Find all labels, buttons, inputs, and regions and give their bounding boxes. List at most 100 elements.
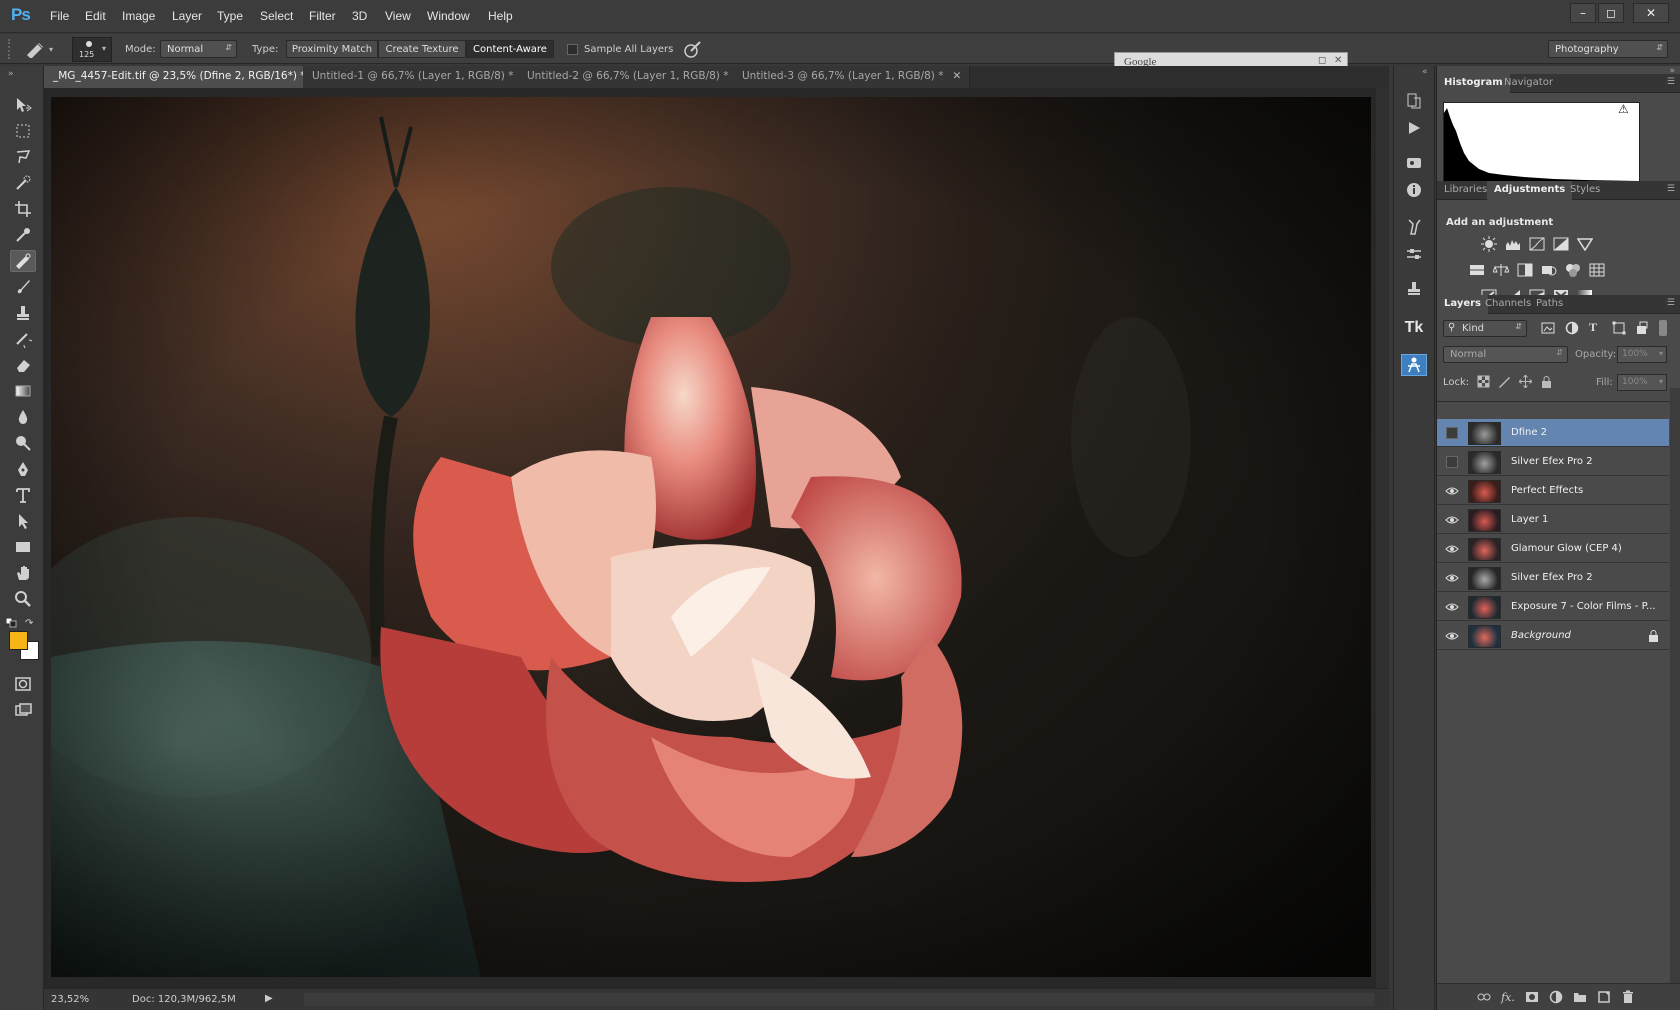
filter-type-icon[interactable]: T xyxy=(1589,320,1603,334)
type-tool[interactable] xyxy=(10,484,36,506)
eraser-tool[interactable] xyxy=(10,354,36,376)
tab-untitled-1[interactable]: Untitled-1 @ 66,7% (Layer 1, RGB/8) *✕ xyxy=(303,66,541,88)
blur-tool[interactable] xyxy=(10,406,36,428)
history-brush-tool[interactable] xyxy=(10,328,36,350)
maximize-button[interactable]: ◻ xyxy=(1598,3,1624,23)
close-icon[interactable]: ✕ xyxy=(952,70,961,82)
filter-toggle-switch[interactable] xyxy=(1659,320,1667,336)
tool-preset-picker[interactable]: ▾ xyxy=(24,39,64,59)
zoom-tool[interactable] xyxy=(10,588,36,610)
new-layer-icon[interactable] xyxy=(1597,990,1611,1004)
layer-row[interactable]: Glamour Glow (CEP 4) xyxy=(1437,535,1669,563)
minimize-button[interactable]: – xyxy=(1570,3,1596,23)
tab-untitled-3[interactable]: Untitled-3 @ 66,7% (Layer 1, RGB/8) * ✕ xyxy=(733,66,971,88)
plugin-panel-button[interactable] xyxy=(1401,354,1427,376)
menu-filter[interactable]: Filter xyxy=(309,9,336,23)
blend-mode-select[interactable]: Normal ⇵ xyxy=(1443,346,1568,363)
lock-all-icon[interactable] xyxy=(1540,375,1553,388)
spot-healing-tool[interactable] xyxy=(10,250,36,272)
color-balance-icon[interactable] xyxy=(1492,262,1510,278)
layer-name[interactable]: Silver Efex Pro 2 xyxy=(1511,456,1593,467)
options-grip[interactable] xyxy=(8,39,12,59)
trash-icon[interactable] xyxy=(1621,990,1635,1004)
tab-libraries[interactable]: Libraries xyxy=(1437,181,1494,200)
menu-help[interactable]: Help xyxy=(488,9,513,23)
expand-icon[interactable]: « xyxy=(1422,67,1428,77)
tab-navigator[interactable]: Navigator xyxy=(1497,74,1560,93)
layer-name[interactable]: Exposure 7 - Color Films - P... xyxy=(1511,601,1656,612)
quick-selection-tool[interactable] xyxy=(10,172,36,194)
layer-row[interactable]: Perfect Effects xyxy=(1437,477,1669,505)
content-aware-button[interactable]: Content-Aware xyxy=(466,40,554,58)
tab-adjustments[interactable]: Adjustments xyxy=(1487,181,1573,200)
sample-all-layers-checkbox[interactable] xyxy=(567,44,578,55)
menu-image[interactable]: Image xyxy=(122,9,155,23)
link-layers-icon[interactable] xyxy=(1477,990,1491,1004)
move-tool[interactable] xyxy=(10,94,36,116)
gradient-tool[interactable] xyxy=(10,380,36,402)
crop-tool[interactable] xyxy=(10,198,36,220)
horizontal-scrollbar[interactable] xyxy=(304,993,1374,1006)
opacity-input[interactable]: 100% ▾ xyxy=(1617,346,1667,363)
brightness-contrast-icon[interactable] xyxy=(1480,236,1498,252)
channel-mixer-icon[interactable] xyxy=(1564,262,1582,278)
create-texture-button[interactable]: Create Texture xyxy=(378,40,466,58)
black-white-icon[interactable] xyxy=(1516,262,1534,278)
rectangle-tool[interactable] xyxy=(10,536,36,558)
document-image-rose[interactable] xyxy=(51,97,1371,977)
restore-icon[interactable]: ◻ xyxy=(1318,55,1326,66)
layers-scrollbar[interactable] xyxy=(1670,388,1680,983)
brush-presets-button[interactable] xyxy=(1401,152,1427,174)
layer-name[interactable]: Dfine 2 xyxy=(1511,427,1547,438)
eyedropper-tool[interactable] xyxy=(10,224,36,246)
new-adjustment-layer-icon[interactable] xyxy=(1549,990,1563,1004)
brush-size-picker[interactable]: 125 ▾ xyxy=(72,37,112,62)
properties-button[interactable] xyxy=(1401,243,1427,265)
lock-pixels-icon[interactable] xyxy=(1498,375,1511,388)
tab-styles[interactable]: Styles xyxy=(1563,181,1607,200)
eye-icon[interactable] xyxy=(1445,571,1459,585)
swap-colors-icon[interactable]: ↷ xyxy=(25,618,37,629)
panel-menu-icon[interactable]: ☰ xyxy=(1667,77,1675,87)
zoom-level[interactable]: 23,52% xyxy=(51,994,89,1005)
menu-type[interactable]: Type xyxy=(217,9,243,23)
lock-icon[interactable] xyxy=(1648,629,1659,642)
add-mask-icon[interactable] xyxy=(1525,990,1539,1004)
new-group-icon[interactable] xyxy=(1573,990,1587,1004)
status-menu-arrow-icon[interactable]: ▶ xyxy=(265,993,273,1004)
proximity-match-button[interactable]: Proximity Match xyxy=(286,40,378,58)
layer-row[interactable]: Silver Efex Pro 2 xyxy=(1437,448,1669,476)
history-panel-button[interactable] xyxy=(1401,90,1427,112)
close-icon[interactable]: ✕ xyxy=(1334,55,1342,66)
layer-row[interactable]: Layer 1 xyxy=(1437,506,1669,534)
marquee-tool[interactable] xyxy=(10,120,36,142)
lasso-tool[interactable] xyxy=(10,146,36,168)
layer-name[interactable]: Layer 1 xyxy=(1511,514,1548,525)
layer-row[interactable]: Silver Efex Pro 2 xyxy=(1437,564,1669,592)
eye-icon[interactable] xyxy=(1445,542,1459,556)
visibility-toggle-off[interactable] xyxy=(1446,427,1458,439)
pressure-size-button[interactable] xyxy=(683,40,703,58)
eye-icon[interactable] xyxy=(1445,484,1459,498)
exposure-icon[interactable] xyxy=(1552,236,1570,252)
menu-layer[interactable]: Layer xyxy=(172,9,202,23)
fx-icon[interactable]: fx. xyxy=(1501,990,1515,1004)
menu-edit[interactable]: Edit xyxy=(85,9,106,23)
screen-mode-button[interactable] xyxy=(10,699,36,721)
layer-row[interactable]: Dfine 2 xyxy=(1437,419,1669,447)
fill-input[interactable]: 100% ▾ xyxy=(1617,374,1667,391)
filter-adjustment-icon[interactable] xyxy=(1565,321,1579,335)
info-panel-button[interactable] xyxy=(1401,179,1427,201)
hue-saturation-icon[interactable] xyxy=(1468,262,1486,278)
filter-pixel-icon[interactable] xyxy=(1541,321,1555,335)
layer-row[interactable]: Background xyxy=(1437,622,1669,650)
layer-name[interactable]: Perfect Effects xyxy=(1511,485,1583,496)
foreground-color-swatch[interactable] xyxy=(9,631,28,650)
tab-mg-4457-edit[interactable]: _MG_4457-Edit.tif @ 23,5% (Dfine 2, RGB/… xyxy=(44,66,333,88)
levels-icon[interactable] xyxy=(1504,236,1522,252)
tk-panel-button[interactable]: Tk xyxy=(1401,317,1427,339)
lock-position-icon[interactable] xyxy=(1519,375,1532,388)
quick-mask-button[interactable] xyxy=(10,673,36,695)
menu-file[interactable]: File xyxy=(50,9,69,23)
eye-icon[interactable] xyxy=(1445,513,1459,527)
